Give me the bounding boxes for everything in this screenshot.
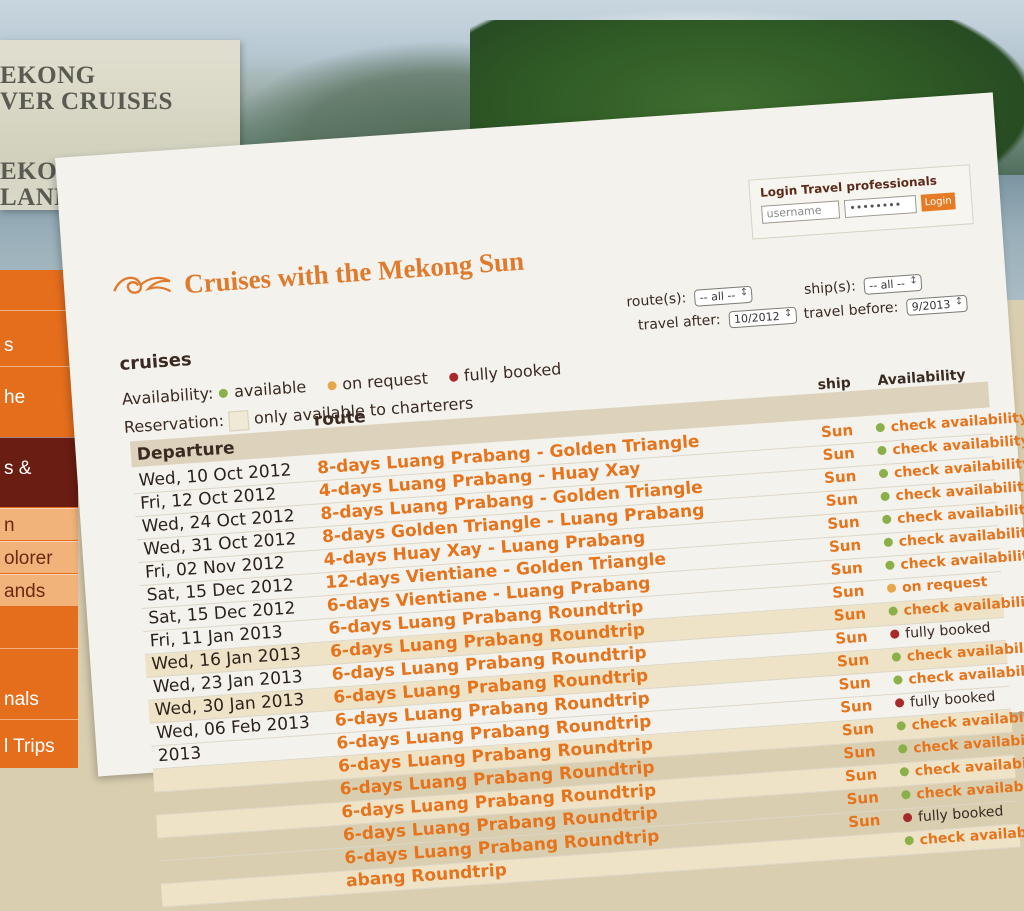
ship-link[interactable]: Sun (843, 742, 876, 762)
ship-link[interactable]: Sun (835, 628, 868, 648)
ship-link[interactable]: Sun (822, 444, 855, 464)
ship-link[interactable]: Sun (840, 696, 873, 716)
reservation-label: Reservation: (123, 410, 225, 437)
sidebar-item-2[interactable]: he (0, 366, 78, 436)
section-title: cruises (118, 348, 193, 375)
username-field[interactable]: username (761, 200, 841, 224)
status-dot-icon (893, 675, 903, 685)
ship-link[interactable]: Sun (838, 673, 871, 693)
password-field[interactable]: •••••••• (843, 195, 917, 219)
brand-line-1: EKONG (0, 62, 96, 89)
ship-link[interactable]: Sun (825, 490, 858, 510)
status-dot-icon (904, 835, 914, 846)
ship-link[interactable]: Sun (828, 536, 861, 556)
sidebar-item-4[interactable]: n (0, 508, 78, 540)
page-title: Cruises with the Mekong Sun (183, 245, 525, 300)
status-dot-icon (885, 560, 895, 571)
availability-text: check availability (890, 409, 1024, 436)
ship-link[interactable]: Sun (848, 811, 881, 831)
status-dot-icon (881, 514, 892, 525)
sidebar-item-7[interactable]: nals (0, 648, 78, 718)
availability-text: fully booked (909, 688, 996, 711)
available-dot-icon (218, 387, 229, 398)
status-dot-icon (894, 698, 905, 708)
ship-link[interactable]: Sun (844, 765, 877, 785)
availability-label: Availability: (121, 383, 214, 409)
fully-booked-dot-icon (448, 371, 459, 382)
status-dot-icon (897, 743, 908, 754)
departure-date: 2013 (157, 743, 202, 767)
travel-before-label: travel before: (803, 299, 899, 323)
ornament-swirl-icon (113, 276, 172, 294)
ship-link[interactable]: Sun (836, 650, 869, 670)
ship-link[interactable]: Sun (833, 605, 866, 625)
login-button[interactable]: Login (920, 192, 956, 212)
ship-link[interactable]: Sun (824, 467, 857, 487)
travel-after-label: travel after: (637, 311, 722, 334)
travel-after-select[interactable]: 10/2012 (728, 306, 798, 329)
status-dot-icon (886, 583, 897, 593)
sidebar-item-8[interactable]: l Trips (0, 719, 78, 768)
status-dot-icon (875, 422, 886, 433)
travel-before-select[interactable]: 9/2013 (906, 294, 968, 316)
sidebar-nav: s he s & n olorer ands nals l Trips (0, 270, 78, 768)
brand-line-2: VER CRUISES (0, 88, 173, 115)
on-request-label: on request (341, 368, 429, 394)
header-availability[interactable]: Availability (877, 367, 966, 389)
status-dot-icon (880, 491, 890, 502)
header-route[interactable]: route (313, 407, 366, 431)
status-dot-icon (888, 606, 898, 616)
charter-swatch (228, 409, 250, 431)
login-box: Login Travel professionals username ••••… (748, 164, 974, 240)
status-dot-icon (899, 766, 910, 777)
status-dot-icon (883, 537, 894, 548)
status-dot-icon (877, 445, 887, 456)
fully-booked-label: fully booked (463, 359, 562, 385)
travel-before-filter: travel before: 9/2013 (803, 294, 968, 323)
sidebar-item-3[interactable]: s & (0, 437, 78, 507)
status-dot-icon (902, 812, 913, 823)
route-filter: route(s): -- all -- (625, 285, 753, 312)
ship-filter: ship(s): -- all -- (803, 273, 923, 299)
ship-link[interactable]: Sun (841, 719, 874, 739)
ship-link[interactable]: Sun (830, 559, 863, 579)
available-label: available (233, 377, 307, 402)
ship-link[interactable]: Sun (846, 788, 879, 808)
main-content: Login Travel professionals username ••••… (55, 92, 1024, 908)
travel-after-filter: travel after: 10/2012 (637, 306, 798, 335)
on-request-dot-icon (326, 380, 337, 391)
ship-link[interactable]: Sun (820, 421, 853, 441)
header-ship[interactable]: ship (817, 375, 851, 393)
availability-text: fully booked (904, 619, 992, 642)
ship-link[interactable]: Sun (832, 582, 865, 602)
ship-link[interactable]: Sun (827, 513, 860, 533)
sidebar-item-5[interactable]: olorer (0, 541, 78, 573)
status-dot-icon (901, 789, 911, 800)
status-dot-icon (891, 652, 902, 662)
status-dot-icon (878, 468, 889, 479)
availability-text: on request (901, 574, 988, 596)
status-dot-icon (889, 629, 900, 639)
route-select[interactable]: -- all -- (694, 285, 753, 307)
availability-text: fully booked (917, 803, 1004, 826)
ship-select[interactable]: -- all -- (863, 273, 923, 295)
header-departure[interactable]: Departure (136, 438, 235, 465)
sidebar-item-6[interactable]: ands (0, 574, 78, 606)
status-dot-icon (896, 721, 906, 731)
route-filter-label: route(s): (625, 290, 687, 311)
ship-filter-label: ship(s): (803, 278, 857, 299)
